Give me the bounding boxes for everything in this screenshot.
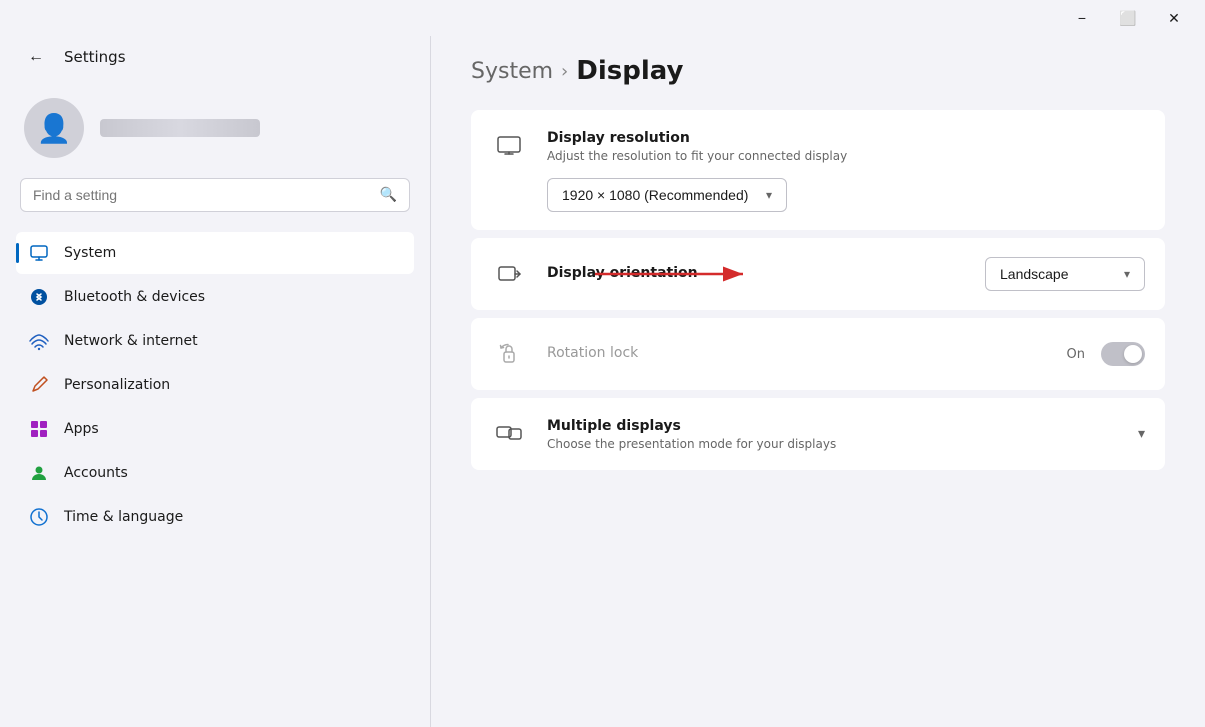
multiple-displays-chevron-icon: ▾ bbox=[1138, 426, 1145, 442]
search-box: 🔍 bbox=[20, 178, 410, 212]
breadcrumb-parent[interactable]: System bbox=[471, 59, 553, 84]
rotation-lock-icon bbox=[491, 336, 527, 372]
resolution-content: Display resolution Adjust the resolution… bbox=[547, 130, 1145, 163]
content-area: System › Display Display resolution bbox=[431, 36, 1205, 727]
rotation-lock-card: Rotation lock On bbox=[471, 318, 1165, 390]
toggle-knob bbox=[1124, 345, 1142, 363]
maximize-button[interactable]: ⬜ bbox=[1105, 2, 1151, 34]
orientation-content: Display orientation bbox=[547, 265, 945, 284]
resolution-header: Display resolution Adjust the resolution… bbox=[491, 128, 1145, 164]
minimize-button[interactable]: − bbox=[1059, 2, 1105, 34]
accounts-label: Accounts bbox=[64, 465, 128, 481]
resolution-title: Display resolution bbox=[547, 130, 1145, 146]
rotation-lock-row: Rotation lock On bbox=[471, 318, 1165, 390]
personalization-label: Personalization bbox=[64, 377, 170, 393]
orientation-chevron-icon: ▾ bbox=[1124, 267, 1130, 281]
resolution-subtitle: Adjust the resolution to fit your connec… bbox=[547, 149, 1145, 163]
display-orientation-card: Display orientation La bbox=[471, 238, 1165, 310]
bluetooth-label: Bluetooth & devices bbox=[64, 289, 205, 305]
bluetooth-icon bbox=[28, 286, 50, 308]
back-button[interactable]: ← bbox=[20, 44, 52, 70]
orientation-row: Display orientation La bbox=[471, 238, 1165, 310]
rotation-lock-toggle-label: On bbox=[1067, 347, 1085, 362]
resolution-dropdown[interactable]: 1920 × 1080 (Recommended) ▾ bbox=[547, 178, 787, 212]
sidebar-item-time[interactable]: Time & language bbox=[16, 496, 414, 538]
sidebar-item-bluetooth[interactable]: Bluetooth & devices bbox=[16, 276, 414, 318]
app-container: ← Settings 👤 🔍 bbox=[0, 36, 1205, 727]
resolution-chevron-icon: ▾ bbox=[766, 188, 772, 202]
close-button[interactable]: ✕ bbox=[1151, 2, 1197, 34]
user-icon: 👤 bbox=[37, 112, 72, 145]
titlebar: − ⬜ ✕ bbox=[0, 0, 1205, 36]
breadcrumb-current: Display bbox=[576, 56, 683, 86]
user-name-bar bbox=[100, 119, 260, 137]
sidebar-header: ← Settings bbox=[16, 36, 414, 86]
rotation-lock-content: Rotation lock bbox=[547, 345, 1047, 364]
resolution-dropdown-value: 1920 × 1080 (Recommended) bbox=[562, 187, 748, 203]
orientation-dropdown-value: Landscape bbox=[1000, 266, 1069, 282]
personalization-icon bbox=[28, 374, 50, 396]
multiple-displays-row[interactable]: Multiple displays Choose the presentatio… bbox=[471, 398, 1165, 470]
sidebar-item-personalization[interactable]: Personalization bbox=[16, 364, 414, 406]
orientation-control: Landscape ▾ bbox=[985, 257, 1145, 291]
resolution-dropdown-wrapper: 1920 × 1080 (Recommended) ▾ bbox=[547, 178, 1145, 212]
network-icon bbox=[28, 330, 50, 352]
multiple-displays-content: Multiple displays Choose the presentatio… bbox=[547, 418, 1118, 451]
sidebar-item-apps[interactable]: Apps bbox=[16, 408, 414, 450]
nav-list: System Bluetooth & devices bbox=[16, 232, 414, 538]
resolution-icon bbox=[491, 128, 527, 164]
multiple-displays-subtitle: Choose the presentation mode for your di… bbox=[547, 437, 1118, 451]
avatar[interactable]: 👤 bbox=[24, 98, 84, 158]
network-label: Network & internet bbox=[64, 333, 198, 349]
search-input[interactable] bbox=[33, 187, 372, 203]
sidebar-item-accounts[interactable]: Accounts bbox=[16, 452, 414, 494]
display-resolution-card: Display resolution Adjust the resolution… bbox=[471, 110, 1165, 230]
apps-icon bbox=[28, 418, 50, 440]
orientation-icon bbox=[491, 256, 527, 292]
system-icon bbox=[28, 242, 50, 264]
rotation-lock-toggle[interactable] bbox=[1101, 342, 1145, 366]
rotation-lock-title: Rotation lock bbox=[547, 345, 1047, 361]
resolution-section: Display resolution Adjust the resolution… bbox=[471, 110, 1165, 230]
orientation-title: Display orientation bbox=[547, 265, 945, 281]
rotation-lock-control: On bbox=[1067, 342, 1145, 366]
multiple-displays-title: Multiple displays bbox=[547, 418, 1118, 434]
time-icon bbox=[28, 506, 50, 528]
orientation-dropdown[interactable]: Landscape ▾ bbox=[985, 257, 1145, 291]
sidebar-item-system[interactable]: System bbox=[16, 232, 414, 274]
user-section: 👤 bbox=[16, 86, 414, 178]
multiple-displays-icon bbox=[491, 416, 527, 452]
multiple-displays-card: Multiple displays Choose the presentatio… bbox=[471, 398, 1165, 470]
accounts-icon bbox=[28, 462, 50, 484]
sidebar: ← Settings 👤 🔍 bbox=[0, 36, 430, 727]
app-title: Settings bbox=[64, 48, 126, 66]
time-label: Time & language bbox=[64, 509, 183, 525]
apps-label: Apps bbox=[64, 421, 99, 437]
system-label: System bbox=[64, 245, 116, 261]
breadcrumb: System › Display bbox=[471, 56, 1165, 86]
sidebar-item-network[interactable]: Network & internet bbox=[16, 320, 414, 362]
search-icon: 🔍 bbox=[380, 187, 397, 203]
breadcrumb-separator: › bbox=[561, 61, 568, 82]
titlebar-controls: − ⬜ ✕ bbox=[1059, 2, 1197, 34]
